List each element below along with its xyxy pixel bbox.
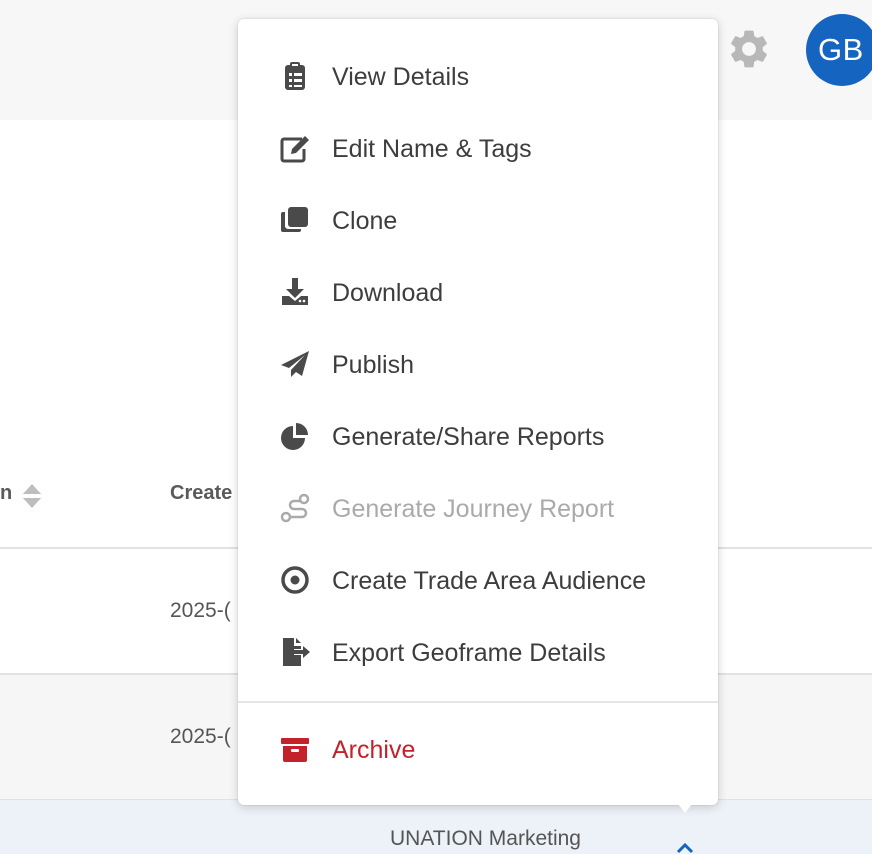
route-icon <box>280 493 310 523</box>
menu-item-generate-share-reports[interactable]: Generate/Share Reports <box>238 406 718 466</box>
menu-item-label: Generate/Share Reports <box>332 423 605 451</box>
menu-item-label: Generate Journey Report <box>332 495 615 523</box>
menu-item-download[interactable]: Download <box>238 262 718 322</box>
menu-item-label: View Details <box>332 63 470 91</box>
row-actions-menu: View Details Edit Name & Tags Clone Down… <box>238 19 718 805</box>
column-header-created[interactable]: Create <box>170 482 232 505</box>
menu-item-label: Clone <box>332 207 398 235</box>
clone-icon <box>281 207 308 232</box>
table-cell-created-date: 2025-( <box>170 725 231 748</box>
table-cell-created-date: 2025-( <box>170 599 231 622</box>
menu-item-label: Publish <box>332 351 414 379</box>
menu-item-label: Archive <box>332 736 416 764</box>
menu-item-export-geoframe-details[interactable]: Export Geoframe Details <box>238 622 718 682</box>
menu-item-edit-name-tags[interactable]: Edit Name & Tags <box>238 118 718 178</box>
sort-arrows-icon[interactable] <box>21 483 43 509</box>
target-icon <box>281 566 309 594</box>
table-cell-name: UNATION Marketing <box>390 827 581 850</box>
file-export-icon <box>283 638 310 666</box>
download-icon <box>282 278 308 305</box>
menu-item-label: Create Trade Area Audience <box>332 567 647 595</box>
menu-pointer <box>675 800 695 813</box>
menu-item-publish[interactable]: Publish <box>238 334 718 394</box>
settings-gear-icon[interactable] <box>726 26 772 72</box>
menu-item-label: Download <box>332 279 444 307</box>
menu-item-create-trade-area-audience[interactable]: Create Trade Area Audience <box>238 550 718 610</box>
user-avatar[interactable]: GB <box>806 14 872 86</box>
menu-item-label: Edit Name & Tags <box>332 135 532 163</box>
paper-plane-icon <box>281 351 309 377</box>
chevron-up-icon[interactable] <box>675 840 695 854</box>
menu-item-archive[interactable]: Archive <box>238 719 718 779</box>
column-header-name[interactable]: n <box>0 482 12 505</box>
archive-icon <box>281 738 309 762</box>
menu-item-clone[interactable]: Clone <box>238 190 718 250</box>
menu-item-view-details[interactable]: View Details <box>238 46 718 106</box>
clipboard-icon <box>285 62 305 90</box>
menu-item-label: Export Geoframe Details <box>332 639 606 667</box>
edit-icon <box>280 136 309 163</box>
pie-chart-icon <box>281 423 308 450</box>
menu-item-generate-journey-report[interactable]: Generate Journey Report <box>238 478 718 538</box>
menu-divider <box>238 701 718 703</box>
